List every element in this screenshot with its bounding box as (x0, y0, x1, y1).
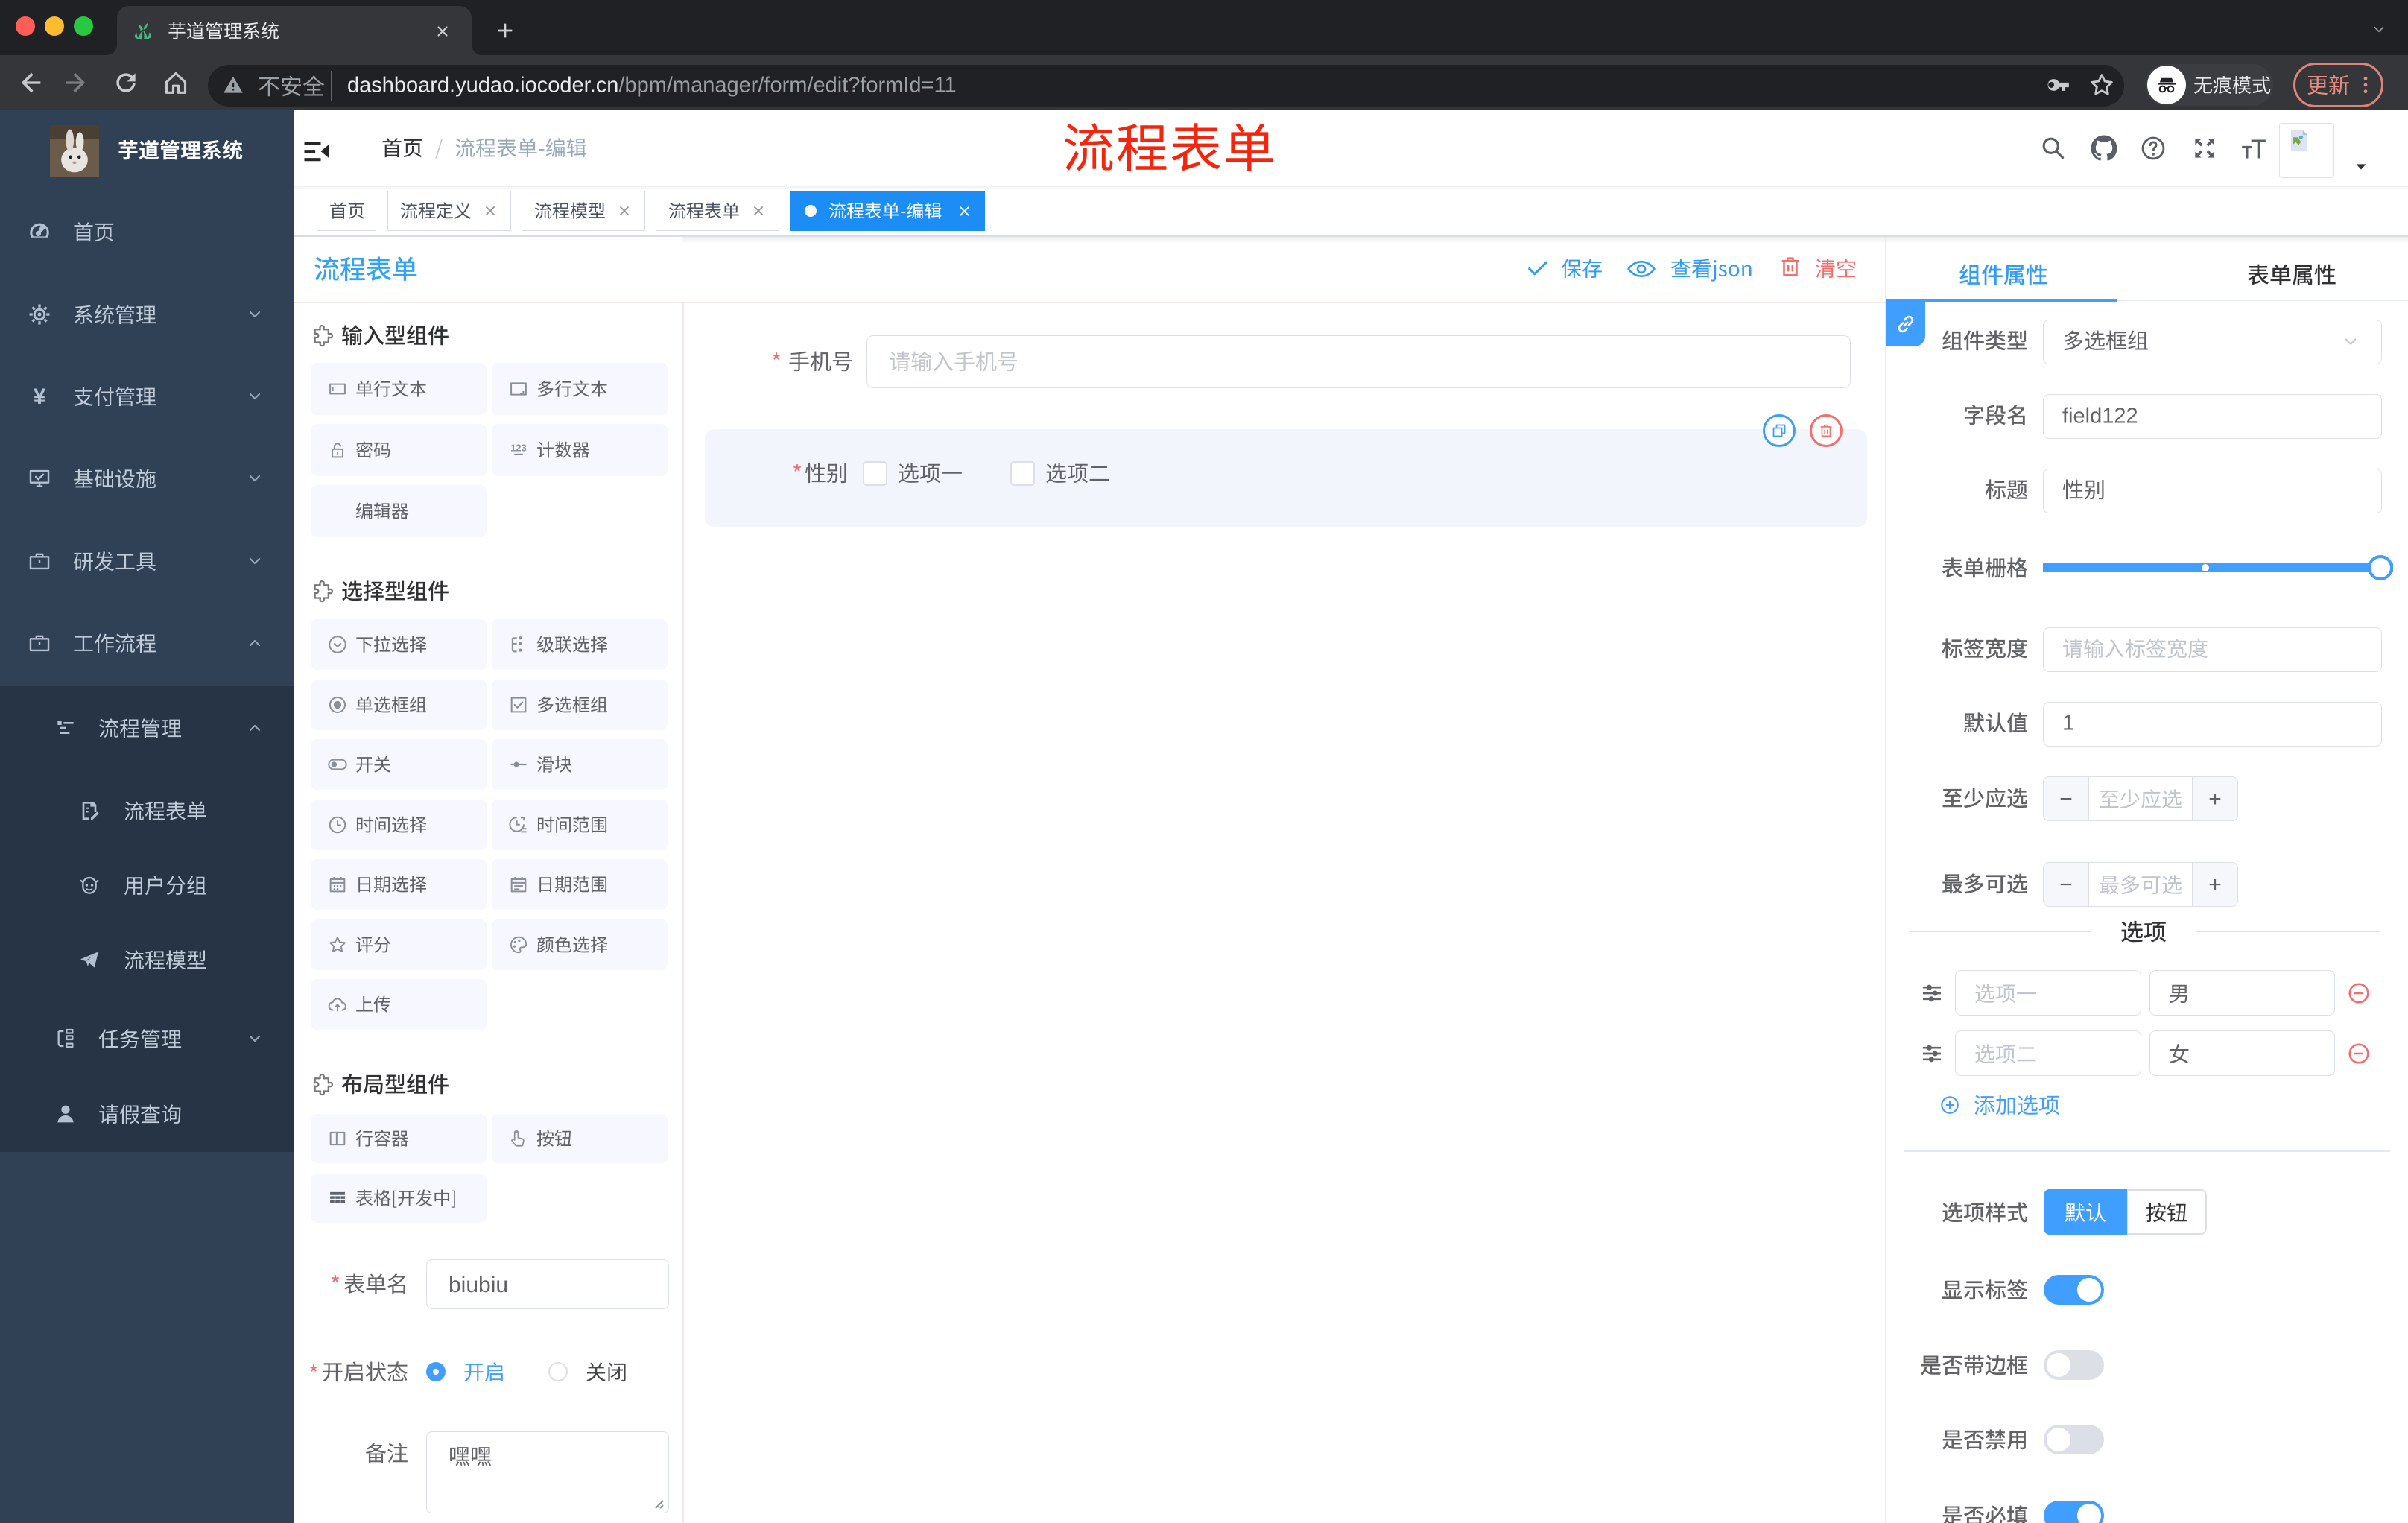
svg-text:¥: ¥ (34, 384, 46, 409)
svg-text:123: 123 (510, 443, 526, 454)
